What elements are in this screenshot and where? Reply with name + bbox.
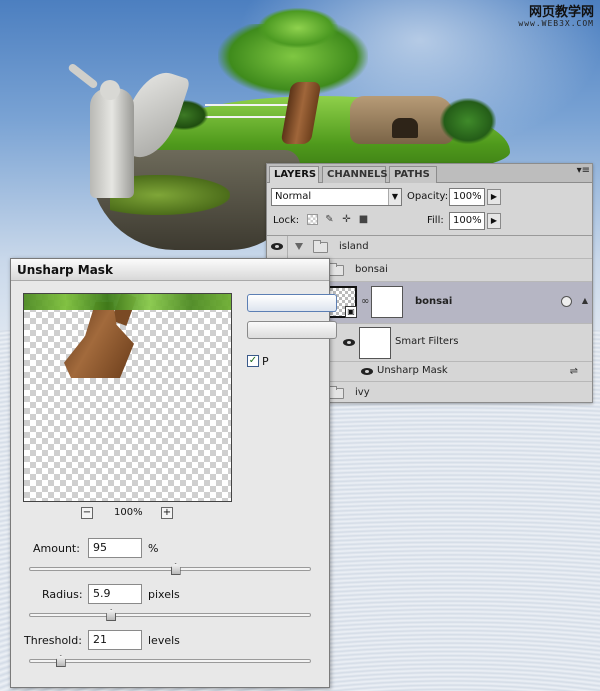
bonsai-tree-top	[258, 8, 338, 48]
amount-unit: %	[148, 542, 159, 555]
amount-slider[interactable]	[29, 563, 311, 575]
blend-mode-select[interactable]: Normal ▼	[271, 188, 402, 206]
zoom-level: 100%	[114, 507, 143, 518]
opacity-label: Opacity:	[407, 191, 449, 202]
layer-name: ivy	[355, 387, 370, 398]
layer-name: island	[339, 241, 369, 252]
angel-statue-head	[100, 80, 120, 100]
scroll-up-icon[interactable]: ▲	[582, 296, 588, 305]
folder-icon	[313, 240, 328, 253]
eye-icon[interactable]	[343, 338, 355, 347]
lock-position-icon[interactable]: ✛	[341, 214, 352, 225]
layers-panel-tabs: LAYERS CHANNELS PATHS ▾≡	[267, 164, 592, 183]
filter-mask-thumbnail[interactable]	[359, 327, 391, 359]
layer-mask-thumbnail[interactable]	[371, 286, 403, 318]
layer-name: Smart Filters	[395, 336, 459, 347]
smart-filter-indicator-icon	[561, 296, 572, 307]
filter-preview[interactable]	[23, 293, 232, 502]
smart-object-badge-icon: ▣	[345, 306, 357, 318]
threshold-slider-thumb[interactable]	[55, 655, 66, 667]
lock-fill-row: Lock: ✎ ✛ ■ Fill: 100% ▶	[271, 212, 588, 230]
amount-label: Amount:	[33, 542, 80, 555]
opacity-input[interactable]: 100%	[449, 188, 485, 206]
small-tree	[440, 98, 496, 144]
tab-paths[interactable]: PATHS	[389, 166, 437, 183]
radius-slider[interactable]	[29, 609, 311, 621]
blend-opacity-row: Normal ▼ Opacity: 100% ▶	[271, 188, 588, 206]
threshold-label: Threshold:	[24, 634, 82, 647]
filter-blending-options-icon[interactable]: ⇌	[570, 366, 578, 377]
zoom-in-button[interactable]: +	[161, 507, 173, 519]
preview-leaves	[24, 294, 231, 310]
tab-channels[interactable]: CHANNELS	[322, 166, 388, 183]
blend-mode-value: Normal	[275, 191, 312, 202]
radius-slider-thumb[interactable]	[106, 609, 117, 621]
radius-unit: pixels	[148, 588, 180, 601]
dialog-title[interactable]: Unsharp Mask	[11, 259, 329, 281]
opacity-slider-arrow-icon[interactable]: ▶	[487, 189, 501, 205]
preview-checkbox-label: P	[262, 355, 269, 368]
amount-slider-thumb[interactable]	[170, 563, 181, 575]
eye-icon[interactable]	[361, 367, 373, 376]
folder-icon	[329, 386, 344, 399]
chevron-down-icon: ▼	[388, 189, 401, 205]
lock-all-icon[interactable]: ■	[358, 214, 369, 225]
threshold-unit: levels	[148, 634, 180, 647]
unsharp-mask-dialog: Unsharp Mask − 100% + ✓ P Amount: 95 % R…	[10, 258, 337, 688]
threshold-input[interactable]: 21	[88, 630, 142, 650]
zoom-out-button[interactable]: −	[81, 507, 93, 519]
fill-slider-arrow-icon[interactable]: ▶	[487, 213, 501, 229]
layer-name: bonsai	[415, 296, 453, 307]
chain-link-icon[interactable]: ∞	[361, 296, 369, 307]
tab-layers[interactable]: LAYERS	[269, 166, 319, 183]
eye-icon[interactable]	[271, 242, 283, 251]
fill-label: Fill:	[427, 215, 444, 226]
cave-opening	[392, 118, 418, 138]
watermark: 网页教学网 www.WEB3X.COM	[518, 5, 594, 29]
radius-input[interactable]: 5.9	[88, 584, 142, 604]
fill-input[interactable]: 100%	[449, 212, 485, 230]
preview-checkbox[interactable]: ✓	[247, 355, 259, 367]
watermark-url: www.WEB3X.COM	[518, 19, 594, 29]
layer-row-island[interactable]: island	[267, 236, 592, 259]
layer-name: Unsharp Mask	[377, 365, 448, 376]
watermark-title: 网页教学网	[528, 5, 594, 20]
threshold-slider[interactable]	[29, 655, 311, 667]
lock-image-pixels-icon[interactable]: ✎	[324, 214, 335, 225]
lock-transparency-icon[interactable]	[307, 214, 318, 225]
cancel-button[interactable]	[247, 321, 337, 339]
radius-label: Radius:	[42, 588, 83, 601]
lock-label: Lock:	[273, 215, 300, 226]
angel-statue	[90, 88, 134, 198]
expand-triangle-icon[interactable]	[295, 243, 303, 250]
layer-name: bonsai	[355, 264, 388, 275]
folder-icon	[329, 263, 344, 276]
visibility-column	[267, 236, 288, 258]
ok-button[interactable]	[247, 294, 337, 312]
amount-input[interactable]: 95	[88, 538, 142, 558]
panel-menu-icon[interactable]: ▾≡	[577, 165, 590, 176]
